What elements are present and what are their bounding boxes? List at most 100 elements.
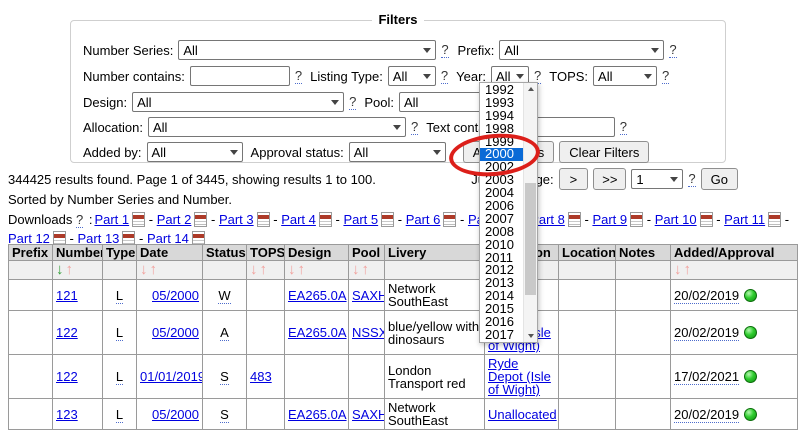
pdf-file-icon[interactable] <box>568 212 581 227</box>
download-part-link[interactable]: Part 6 <box>406 212 441 227</box>
pdf-file-icon[interactable] <box>768 212 781 227</box>
scroll-down-icon[interactable] <box>524 330 537 342</box>
download-part-link[interactable]: Part 3 <box>219 212 254 227</box>
pool-link[interactable]: SAXH <box>352 407 385 422</box>
design-link[interactable]: EA265.0A <box>288 407 347 422</box>
download-part-link[interactable]: Part 9 <box>592 212 627 227</box>
col-header-notes[interactable]: Notes <box>616 245 671 261</box>
pdf-file-icon[interactable] <box>132 212 145 227</box>
pool-link[interactable]: NSSX <box>352 325 385 340</box>
status-tooltip-link[interactable]: S <box>220 369 229 385</box>
sort-desc-icon[interactable] <box>140 263 148 277</box>
allocation-link[interactable]: Ryde Depot (Isle of Wight) <box>488 356 551 397</box>
col-header-livery[interactable]: Livery <box>385 245 485 261</box>
date-link[interactable]: 05/2000 <box>152 288 199 303</box>
pdf-file-icon[interactable] <box>194 212 207 227</box>
sort-desc-icon[interactable] <box>250 263 258 277</box>
tops-help-link[interactable]: ? <box>662 68 669 84</box>
type-tooltip-link[interactable]: L <box>116 288 123 304</box>
sort-asc-icon[interactable] <box>684 263 692 277</box>
type-tooltip-link[interactable]: L <box>116 325 123 341</box>
year-option[interactable]: 2017 <box>480 329 523 341</box>
type-tooltip-link[interactable]: L <box>116 369 123 385</box>
allocation-help-link[interactable]: ? <box>411 119 418 135</box>
download-part-link[interactable]: Part 10 <box>655 212 697 227</box>
col-header-design[interactable]: Design <box>285 245 349 261</box>
go-button[interactable]: Go <box>701 168 738 190</box>
download-part-link[interactable]: Part 11 <box>724 212 765 227</box>
sort-asc-icon[interactable] <box>150 263 158 277</box>
pool-link[interactable]: SAXH <box>352 288 385 303</box>
listing-type-select[interactable]: All <box>388 66 436 86</box>
number-link[interactable]: 121 <box>56 288 78 303</box>
status-tooltip-link[interactable]: A <box>220 325 229 341</box>
tops-link[interactable]: 483 <box>250 369 272 384</box>
next-page-button[interactable]: > <box>559 168 589 190</box>
allocation-link[interactable]: Unallocated <box>488 407 557 422</box>
col-header-location[interactable]: Location <box>559 245 616 261</box>
number-contains-input[interactable] <box>190 66 290 86</box>
number-link[interactable]: 122 <box>56 325 78 340</box>
number-series-help-link[interactable]: ? <box>441 42 448 58</box>
col-header-number[interactable]: Number <box>53 245 103 261</box>
added-by-select[interactable]: All <box>147 142 243 162</box>
type-tooltip-link[interactable]: L <box>116 407 123 423</box>
download-part-link[interactable]: Part 1 <box>94 212 129 227</box>
number-series-select[interactable]: All <box>178 40 436 60</box>
approval-status-select[interactable]: All <box>349 142 446 162</box>
date-link[interactable]: 05/2000 <box>152 325 199 340</box>
design-help-link[interactable]: ? <box>349 94 356 110</box>
text-contains-help-link[interactable]: ? <box>620 119 627 135</box>
col-header-status[interactable]: Status <box>203 245 247 261</box>
pdf-file-icon[interactable] <box>319 212 332 227</box>
added-date-tooltip-link[interactable]: 20/02/2019 <box>674 288 739 304</box>
prefix-select[interactable]: All <box>499 40 664 60</box>
download-part-link[interactable]: Part 5 <box>343 212 378 227</box>
sort-desc-icon[interactable] <box>674 263 682 277</box>
page-select[interactable]: 1 <box>631 169 683 189</box>
scrollbar-thumb[interactable] <box>525 183 536 295</box>
download-part-link[interactable]: Part 2 <box>157 212 192 227</box>
last-page-button[interactable]: >> <box>593 168 626 190</box>
col-header-date[interactable]: Date <box>137 245 203 261</box>
date-link[interactable]: 05/2000 <box>152 407 199 422</box>
pdf-file-icon[interactable] <box>381 212 394 227</box>
sort-asc-icon[interactable] <box>66 263 74 277</box>
col-header-tops[interactable]: TOPS <box>247 245 285 261</box>
allocation-select[interactable]: All <box>148 117 406 137</box>
design-link[interactable]: EA265.0A <box>288 325 347 340</box>
sort-asc-icon[interactable] <box>362 263 370 277</box>
jump-help-link[interactable]: ? <box>688 171 695 187</box>
added-date-tooltip-link[interactable]: 20/02/2019 <box>674 407 739 423</box>
col-header-pool[interactable]: Pool <box>349 245 385 261</box>
pdf-file-icon[interactable] <box>257 212 270 227</box>
design-select[interactable]: All <box>132 92 344 112</box>
pdf-file-icon[interactable] <box>630 212 643 227</box>
col-header-added-approval[interactable]: Added/Approval <box>671 245 798 261</box>
number-link[interactable]: 123 <box>56 407 78 422</box>
sort-desc-icon[interactable] <box>288 263 296 277</box>
listing-type-help-link[interactable]: ? <box>441 68 448 84</box>
added-date-tooltip-link[interactable]: 20/02/2019 <box>674 325 739 341</box>
status-tooltip-link[interactable]: S <box>220 407 229 423</box>
pdf-file-icon[interactable] <box>700 212 713 227</box>
added-date-tooltip-link[interactable]: 17/02/2021 <box>674 369 739 385</box>
clear-filters-button[interactable]: Clear Filters <box>559 141 649 163</box>
prefix-help-link[interactable]: ? <box>669 42 676 58</box>
sort-desc-icon[interactable] <box>56 263 64 277</box>
sort-asc-icon[interactable] <box>260 263 268 277</box>
design-link[interactable]: EA265.0A <box>288 288 347 303</box>
scroll-up-icon[interactable] <box>524 83 537 95</box>
pdf-file-icon[interactable] <box>443 212 456 227</box>
status-tooltip-link[interactable]: W <box>218 288 230 304</box>
number-contains-help-link[interactable]: ? <box>295 68 302 84</box>
sort-desc-icon[interactable] <box>352 263 360 277</box>
dropdown-scrollbar[interactable] <box>523 83 537 342</box>
downloads-help-link[interactable]: ? <box>76 212 83 228</box>
download-part-link[interactable]: Part 4 <box>281 212 316 227</box>
sort-asc-icon[interactable] <box>298 263 306 277</box>
date-link[interactable]: 01/01/2019 <box>140 369 203 384</box>
col-header-prefix[interactable]: Prefix <box>9 245 53 261</box>
number-link[interactable]: 122 <box>56 369 78 384</box>
tops-select[interactable]: All <box>593 66 657 86</box>
